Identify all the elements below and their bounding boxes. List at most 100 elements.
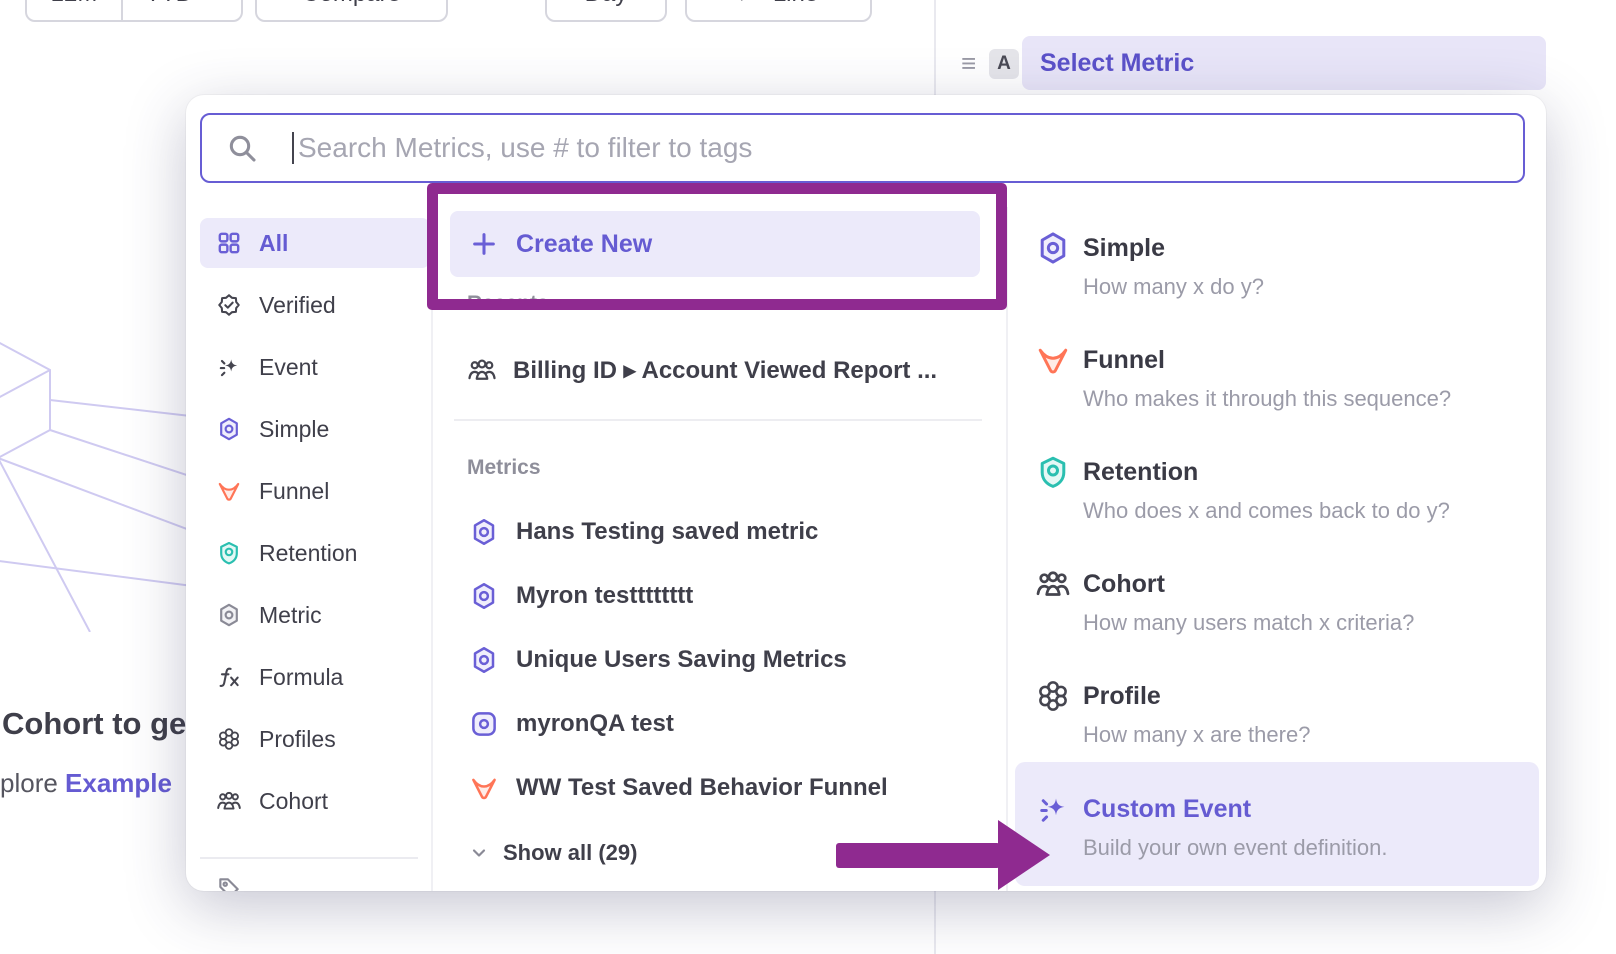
section-divider [454,419,982,421]
type-name: Custom Event [1083,793,1525,825]
funnel-icon [1035,342,1071,378]
select-metric-button[interactable]: Select Metric [1022,36,1546,90]
sidebar-item-label: Event [259,354,318,381]
empty-state-title-fragment: Cohort to ge [2,706,186,742]
saved-metric-item[interactable]: Myron testttttttt [469,574,693,618]
sidebar-item-event[interactable]: Event [200,342,430,392]
show-all-label: Show all (29) [503,840,637,866]
sidebar-item-formula[interactable]: Formula [200,652,430,702]
saved-metric-hexagon-icon [469,581,499,611]
sidebar-item-label: Simple [259,416,329,443]
sidebar-item-simple[interactable]: Simple [200,404,430,454]
create-new-button[interactable]: Create New [450,211,980,277]
type-description: Who makes it through this sequence? [1083,384,1525,414]
chart-type-button[interactable]: Line [685,0,872,22]
sidebar-item-label: Verified [259,292,336,319]
metric-row-badge: A [989,49,1019,79]
type-name: Simple [1083,232,1525,264]
metrics-header: Metrics [467,456,541,480]
type-name: Cohort [1083,568,1525,600]
saved-metric-label: Myron testttttttt [516,582,693,610]
sidebar-item-label: Metric [259,602,322,629]
simple-hexagon-icon [216,416,242,442]
metric-hexagon-gray-icon [216,602,242,628]
range-ytd-label: YTD [145,0,193,8]
sidebar-item-verified[interactable]: Verified [200,280,430,330]
tag-icon [216,875,242,891]
date-range-control[interactable]: 12M YTD [25,0,243,22]
type-custom-event[interactable]: Custom Event Build your own event defini… [1035,793,1525,863]
example-link[interactable]: Example [65,768,172,798]
compare-button[interactable]: Compare [255,0,448,22]
grid-icon [216,230,242,256]
sidebar-item-metric[interactable]: Metric [200,590,430,640]
sidebar-item-label: Cohort [259,788,328,815]
sidebar-item-label: Profiles [259,726,336,753]
sidebar-item-label: Funnel [259,478,329,505]
type-description: How many x do y? [1083,272,1525,302]
type-description: Build your own event definition. [1083,833,1525,863]
metric-picker-modal: All Verified Event Simple Funnel Retenti… [186,95,1546,891]
granularity-label: Day [585,0,628,8]
sidebar-item-all[interactable]: All [200,218,430,268]
select-metric-label: Select Metric [1040,49,1194,78]
sidebar-item-funnel[interactable]: Funnel [200,466,430,516]
empty-state-subtitle-fragment: plore Example [0,768,172,799]
column-divider [431,207,433,891]
search-input[interactable] [200,113,1525,183]
range-12m-label: 12M [51,0,98,8]
saved-metric-item[interactable]: Unique Users Saving Metrics [469,638,847,682]
column-divider [1006,207,1008,891]
range-12m-button[interactable]: 12M [27,0,121,20]
funnel-icon [216,478,242,504]
wireframe-illustration [0,322,208,632]
type-funnel[interactable]: Funnel Who makes it through this sequenc… [1035,344,1525,414]
search-icon [226,132,258,164]
funnel-icon [469,773,499,803]
saved-metric-square-icon [469,709,499,739]
subtitle-text: plore [0,768,65,798]
show-all-button[interactable]: Show all (29) [469,835,637,871]
cohort-people-icon [1035,566,1071,602]
type-retention[interactable]: Retention Who does x and comes back to d… [1035,456,1525,526]
saved-metric-label: myronQA test [516,710,674,738]
text-caret [292,132,294,164]
recent-item[interactable]: Billing ID ▸ Account Viewed Report ... [467,348,937,392]
recent-item-label: Billing ID ▸ Account Viewed Report ... [513,356,937,385]
chevron-down-icon [201,0,219,3]
cohort-people-icon [467,355,497,385]
saved-metric-item[interactable]: Hans Testing saved metric [469,510,818,554]
granularity-button[interactable]: Day [545,0,667,22]
chart-type-label: Line [773,0,818,8]
saved-metric-hexagon-icon [469,645,499,675]
saved-metric-label: Hans Testing saved metric [516,518,818,546]
line-chart-icon [739,0,761,5]
sidebar-item-label: Retention [259,540,357,567]
plus-icon [470,230,498,258]
type-simple[interactable]: Simple How many x do y? [1035,232,1525,302]
saved-metric-label: WW Test Saved Behavior Funnel [516,774,888,802]
retention-shield-icon [1035,454,1071,490]
recents-header: Recents [467,292,549,316]
verified-badge-icon [216,292,242,318]
sidebar-item-cohort[interactable]: Cohort [200,776,430,826]
sidebar-item-retention[interactable]: Retention [200,528,430,578]
type-description: How many users match x criteria? [1083,608,1525,638]
type-name: Retention [1083,456,1525,488]
type-profile[interactable]: Profile How many x are there? [1035,680,1525,750]
sidebar-item-label: Formula [259,664,343,691]
compare-label: Compare [302,0,401,8]
type-cohort[interactable]: Cohort How many users match x criteria? [1035,568,1525,638]
simple-hexagon-icon [1035,230,1071,266]
saved-metric-item[interactable]: myronQA test [469,702,674,746]
saved-metric-hexagon-icon [469,517,499,547]
saved-metric-item[interactable]: WW Test Saved Behavior Funnel [469,766,888,810]
range-ytd-button[interactable]: YTD [121,0,241,20]
create-new-label: Create New [516,230,652,259]
saved-metric-label: Unique Users Saving Metrics [516,646,847,674]
type-description: How many x are there? [1083,720,1525,750]
type-name: Profile [1083,680,1525,712]
sidebar-item-profiles[interactable]: Profiles [200,714,430,764]
drag-handle-icon[interactable]: ≡ [961,48,976,78]
profiles-flower-icon [1035,678,1071,714]
